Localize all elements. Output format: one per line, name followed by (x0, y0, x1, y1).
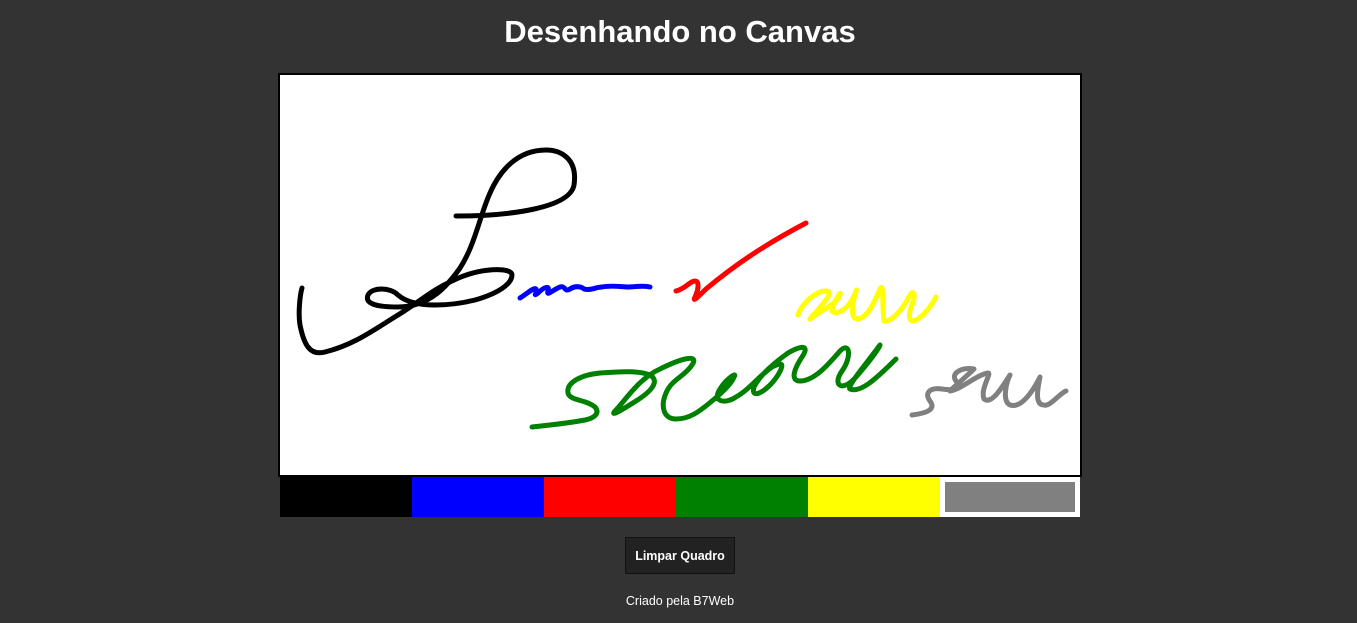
color-swatch-black[interactable] (280, 477, 412, 517)
color-swatch-gray[interactable] (940, 477, 1080, 517)
page-title: Desenhando no Canvas (504, 14, 856, 49)
stroke-blue (517, 283, 653, 301)
stroke-red (673, 220, 809, 302)
color-swatch-red[interactable] (544, 477, 676, 517)
stroke-gray (909, 366, 1069, 418)
color-swatch-blue[interactable] (412, 477, 544, 517)
clear-board-button[interactable]: Limpar Quadro (625, 537, 735, 574)
stroke-green (529, 342, 899, 430)
stroke-yellow (795, 284, 939, 324)
color-palette (280, 477, 1080, 517)
drawing-canvas[interactable] (278, 73, 1082, 477)
credit-text: Criado pela B7Web (625, 594, 735, 608)
stroke-black (296, 147, 578, 356)
color-swatch-green[interactable] (676, 477, 808, 517)
color-swatch-yellow[interactable] (808, 477, 940, 517)
